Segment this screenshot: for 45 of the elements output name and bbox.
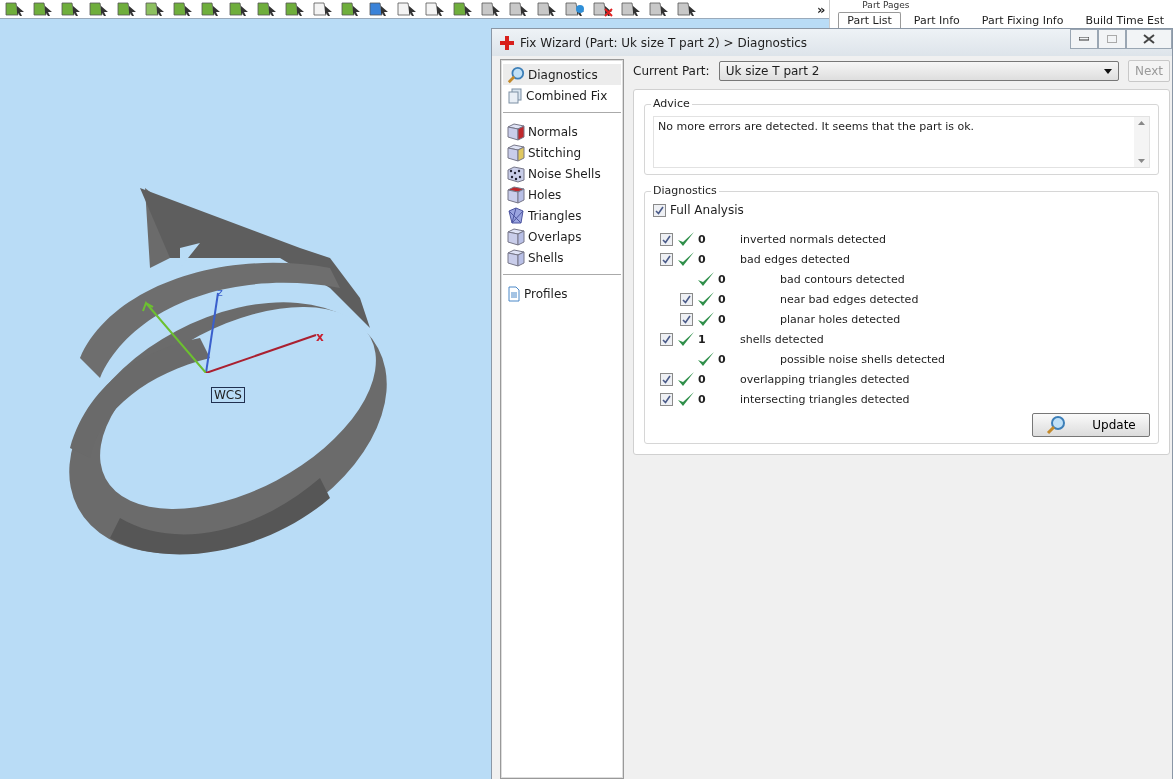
- sidebar-item[interactable]: Overlaps: [503, 226, 621, 247]
- diagnostic-label: bad contours detected: [780, 272, 905, 286]
- count: 0: [698, 252, 707, 266]
- sidebar-item[interactable]: Profiles: [503, 283, 621, 304]
- group-title: Advice: [651, 97, 692, 110]
- sidebar-item[interactable]: Noise Shells: [503, 163, 621, 184]
- checkbox-label: Full Analysis: [670, 203, 744, 217]
- panel-title: Part Pages: [861, 0, 911, 10]
- sidebar-item[interactable]: Stitching: [503, 142, 621, 163]
- diagnostic-label: possible noise shells detected: [780, 352, 946, 366]
- count: 0: [718, 312, 727, 326]
- count: 1: [698, 332, 707, 346]
- field-label: Current Part:: [633, 64, 710, 78]
- count: 0: [718, 352, 727, 366]
- diagnostic-label: overlapping triangles detected: [740, 372, 910, 386]
- update-button[interactable]: Update: [1032, 413, 1150, 437]
- count: 0: [718, 292, 727, 306]
- diagnostic-label: bad edges detected: [740, 252, 850, 266]
- axis-label: x: [316, 330, 324, 344]
- count: 0: [698, 392, 707, 406]
- sidebar-item[interactable]: Diagnostics: [503, 64, 621, 85]
- advice-box: No more errors are detected. It seems that the part is ok.: [653, 116, 1150, 168]
- diagnostic-label: inverted normals detected: [740, 232, 887, 246]
- count: 0: [718, 272, 727, 286]
- diagnostic-label: shells detected: [740, 332, 824, 346]
- group-title: Diagnostics: [651, 184, 719, 197]
- tab[interactable]: Part Info: [904, 12, 969, 28]
- sidebar-item[interactable]: Triangles: [503, 205, 621, 226]
- tab[interactable]: Part List: [838, 12, 901, 28]
- sidebar-item[interactable]: Holes: [503, 184, 621, 205]
- diagnostic-label: near bad edges detected: [780, 292, 919, 306]
- axis-label: z: [217, 286, 223, 299]
- tab[interactable]: Part Fixing Info: [972, 12, 1073, 28]
- overflow-chevron[interactable]: »: [816, 1, 826, 17]
- sidebar-item[interactable]: Shells: [503, 247, 621, 268]
- diagnostic-label: intersecting triangles detected: [740, 392, 910, 406]
- wcs-label: WCS: [211, 387, 245, 403]
- count: 0: [698, 372, 707, 386]
- sidebar-item[interactable]: Normals: [503, 121, 621, 142]
- sidebar-item[interactable]: Combined Fix: [503, 85, 621, 106]
- window-title: Fix Wizard (Part: Uk size T part 2) > Diagnostics: [520, 35, 808, 50]
- tab[interactable]: Build Time Est: [1076, 12, 1173, 28]
- diagnostic-label: planar holes detected: [780, 312, 901, 326]
- count: 0: [698, 232, 707, 246]
- part-dropdown[interactable]: Uk size T part 2: [718, 61, 1119, 81]
